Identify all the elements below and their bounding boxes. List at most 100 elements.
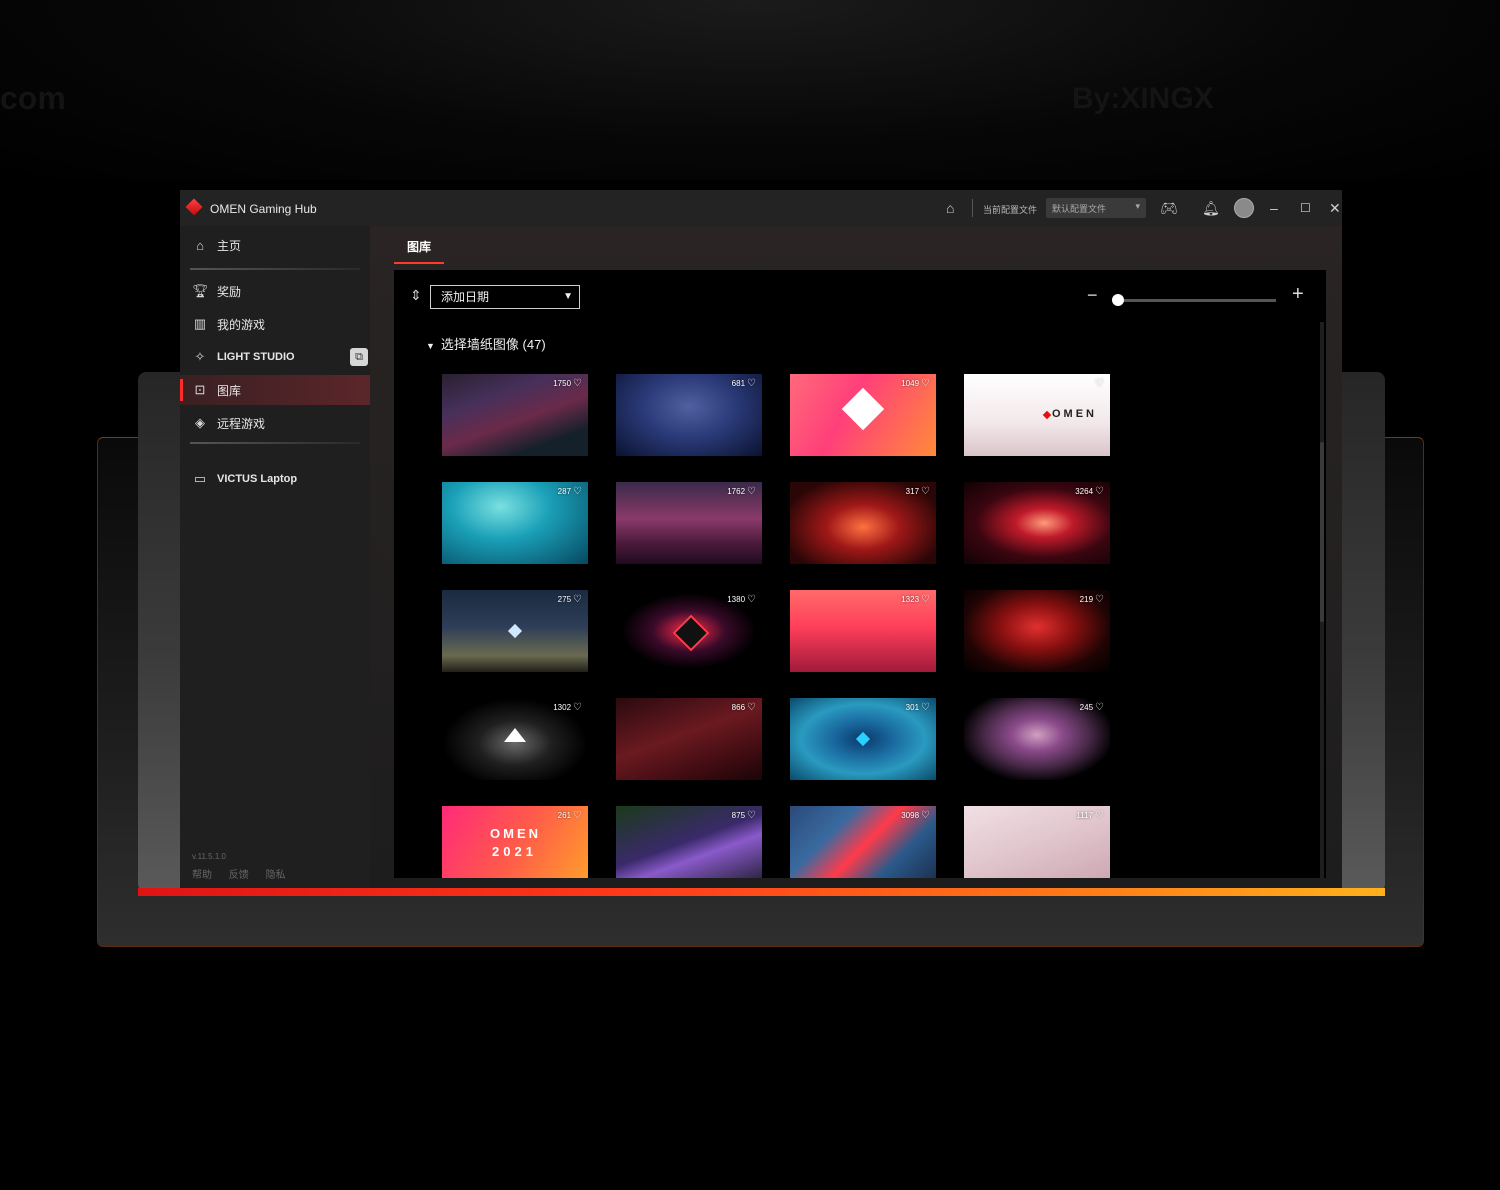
scrollbar-thumb[interactable] xyxy=(1320,442,1324,622)
heart-icon: ♡ xyxy=(747,378,756,389)
wallpaper-tile[interactable]: 3098 ♡ xyxy=(790,806,936,878)
like-count[interactable]: 866 ♡ xyxy=(732,702,756,713)
like-count[interactable]: 3098 ♡ xyxy=(901,810,930,821)
wallpaper-tile[interactable]: 681 ♡ xyxy=(616,374,762,456)
chevron-down-icon: ▼ xyxy=(563,291,573,302)
wallpaper-tile[interactable]: 301 ♡ xyxy=(790,698,936,780)
wallpaper-tile[interactable]: 1750 ♡ xyxy=(442,374,588,456)
sort-select[interactable]: 添加日期 ▼ xyxy=(430,285,580,309)
app-window: OMEN Gaming Hub ⌂ 当前配置文件 默认配置文件 ▾ 🎮︎ 🔔︎ … xyxy=(180,190,1342,888)
heart-icon: ♡ xyxy=(747,594,756,605)
omen-2021-text: OMEN xyxy=(490,826,541,841)
sidebar-divider xyxy=(190,268,360,270)
wallpaper-tile[interactable]: 1117 ♡ xyxy=(964,806,1110,878)
light-studio-icon: ✧ xyxy=(194,349,206,364)
gallery-icon: ⊡ xyxy=(194,382,206,397)
zoom-in-button[interactable]: + xyxy=(1292,284,1304,304)
like-count[interactable]: 219 ♡ xyxy=(1080,594,1104,605)
like-count[interactable]: ♡ xyxy=(1093,378,1104,389)
sidebar-item-rewards[interactable]: 🏆︎ 奖励 xyxy=(180,276,370,306)
home-icon[interactable]: ⌂ xyxy=(946,200,954,216)
sidebar-item-my-games[interactable]: ▥ 我的游戏 xyxy=(180,309,370,339)
sidebar-item-home[interactable]: ⌂ 主页 xyxy=(180,230,370,260)
like-count[interactable]: 275 ♡ xyxy=(558,594,582,605)
profile-select[interactable]: 默认配置文件 ▾ xyxy=(1046,198,1146,218)
sidebar-item-label: LIGHT STUDIO xyxy=(217,351,295,363)
like-count[interactable]: 317 ♡ xyxy=(906,486,930,497)
library-icon: ▥ xyxy=(193,316,207,331)
avatar[interactable] xyxy=(1234,198,1254,218)
sidebar-item-light-studio[interactable]: ✧ LIGHT STUDIO xyxy=(180,342,370,372)
gallery-panel: ⇕ 添加日期 ▼ − + ▼ 选择墙纸图像 (47) 1750 ♡ 681 ♡ 1049 ♡… xyxy=(394,270,1326,878)
like-count[interactable]: 301 ♡ xyxy=(906,702,930,713)
watermark-right: By:XINGX xyxy=(1072,82,1214,115)
like-count[interactable]: 1049 ♡ xyxy=(901,378,930,389)
wallpaper-tile[interactable]: 219 ♡ xyxy=(964,590,1110,672)
like-count-value: 1762 xyxy=(727,487,746,496)
like-count[interactable]: 1380 ♡ xyxy=(727,594,756,605)
tab-gallery[interactable]: 图库 xyxy=(394,234,444,264)
sidebar-item-label: VICTUS Laptop xyxy=(217,473,298,485)
like-count[interactable]: 1117 ♡ xyxy=(1076,810,1104,821)
wallpaper-tile[interactable]: 866 ♡ xyxy=(616,698,762,780)
heart-icon: ♡ xyxy=(573,702,582,713)
heart-icon: ♡ xyxy=(921,594,930,605)
zoom-slider[interactable] xyxy=(1112,294,1276,306)
minimize-icon[interactable]: – xyxy=(1270,200,1278,216)
like-count-value: 1323 xyxy=(901,595,920,604)
laptop-icon: ▭ xyxy=(193,471,207,486)
sidebar-divider xyxy=(190,442,360,444)
like-count[interactable]: 681 ♡ xyxy=(732,378,756,389)
sort-icon[interactable]: ⇕ xyxy=(410,288,422,302)
sort-select-value: 添加日期 xyxy=(441,290,490,304)
like-count[interactable]: 1323 ♡ xyxy=(901,594,930,605)
wallpaper-tile[interactable]: 275 ♡ xyxy=(442,590,588,672)
wallpaper-tile[interactable]: 1049 ♡ xyxy=(790,374,936,456)
like-count[interactable]: 1762 ♡ xyxy=(727,486,756,497)
gamepad-icon[interactable]: 🎮︎ xyxy=(1160,200,1178,216)
sidebar-item-victus-laptop[interactable]: ▭ VICTUS Laptop xyxy=(180,464,370,494)
heart-icon: ♡ xyxy=(1095,486,1104,497)
wallpaper-tile[interactable]: 3264 ♡ xyxy=(964,482,1110,564)
sidebar-item-label: 图库 xyxy=(217,383,242,398)
bell-icon[interactable]: 🔔︎ xyxy=(1202,200,1220,216)
like-count-value: 1750 xyxy=(553,379,572,388)
like-count[interactable]: 261 ♡ xyxy=(558,810,582,821)
like-count-value: 875 xyxy=(731,811,746,820)
wallpaper-tile[interactable]: 1323 ♡ xyxy=(790,590,936,672)
section-title[interactable]: ▼ 选择墙纸图像 (47) xyxy=(426,334,546,353)
wallpaper-tile[interactable]: 317 ♡ xyxy=(790,482,936,564)
feedback-link[interactable]: 反馈 xyxy=(229,870,249,881)
like-count[interactable]: 1750 ♡ xyxy=(553,378,582,389)
sidebar: ⌂ 主页 🏆︎ 奖励 ▥ 我的游戏 ✧ LIGHT STUDIO ⧉ ⊡ 图库 … xyxy=(180,226,370,888)
help-link[interactable]: 帮助 xyxy=(192,870,212,881)
like-count[interactable]: 1302 ♡ xyxy=(553,702,582,713)
heart-icon: ♡ xyxy=(921,702,930,713)
heart-icon: ♡ xyxy=(1095,702,1104,713)
wallpaper-tile[interactable]: 875 ♡ xyxy=(616,806,762,878)
sidebar-item-remote-play[interactable]: ◈ 远程游戏 xyxy=(180,408,370,438)
privacy-link[interactable]: 隐私 xyxy=(266,870,286,881)
like-count-value: 681 xyxy=(731,379,746,388)
wallpaper-tile[interactable]: ♡ OMEN xyxy=(964,374,1110,456)
like-count[interactable]: 245 ♡ xyxy=(1080,702,1104,713)
zoom-out-button[interactable]: − xyxy=(1087,286,1098,304)
wallpaper-tile[interactable]: 245 ♡ xyxy=(964,698,1110,780)
wallpaper-tile[interactable]: 1380 ♡ xyxy=(616,590,762,672)
heart-icon: ♡ xyxy=(747,702,756,713)
like-count-value: 1117 xyxy=(1076,811,1094,820)
like-count[interactable]: 875 ♡ xyxy=(732,810,756,821)
like-count[interactable]: 287 ♡ xyxy=(558,486,582,497)
wallpaper-grid: 1750 ♡ 681 ♡ 1049 ♡ ♡ OMEN 287 ♡ 1762 ♡ 317 ♡ 3264 ♡ 275… xyxy=(442,374,1132,878)
wallpaper-tile[interactable]: 1762 ♡ xyxy=(616,482,762,564)
wallpaper-tile[interactable]: 1302 ♡ xyxy=(442,698,588,780)
close-icon[interactable]: ✕ xyxy=(1329,200,1341,216)
zoom-slider-thumb[interactable] xyxy=(1112,294,1124,306)
maximize-icon[interactable]: ☐ xyxy=(1300,200,1311,216)
wallpaper-tile[interactable]: 287 ♡ xyxy=(442,482,588,564)
scrollbar[interactable] xyxy=(1320,322,1324,878)
sidebar-item-gallery[interactable]: ⊡ 图库 xyxy=(180,375,370,405)
like-count[interactable]: 3264 ♡ xyxy=(1075,486,1104,497)
wallpaper-tile[interactable]: 261 ♡ OMEN 2021 xyxy=(442,806,588,878)
light-studio-launch-icon[interactable]: ⧉ xyxy=(350,348,368,366)
